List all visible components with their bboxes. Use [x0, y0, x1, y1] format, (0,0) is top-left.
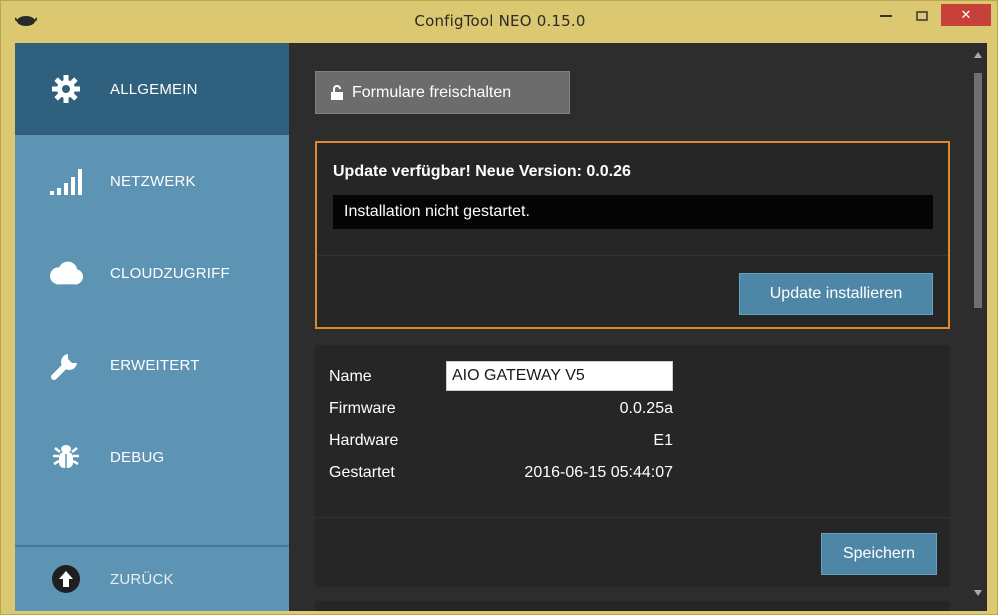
update-divider: [317, 255, 948, 256]
back-label: ZURÜCK: [110, 570, 174, 588]
install-update-button[interactable]: Update installieren: [739, 273, 933, 315]
update-panel: Update verfügbar! Neue Version: 0.0.26 I…: [315, 141, 950, 329]
cloud-icon: [49, 256, 83, 290]
started-label: Gestartet: [329, 464, 395, 481]
firmware-label: Firmware: [329, 400, 396, 417]
update-status: Installation nicht gestartet.: [333, 195, 933, 229]
window-title: ConfigTool NEO 0.15.0: [414, 12, 586, 30]
sidebar-item-label: DEBUG: [110, 448, 165, 466]
close-icon: ✕: [960, 7, 972, 23]
sidebar-item-label: ERWEITERT: [110, 356, 200, 374]
device-divider: [315, 517, 950, 518]
device-info-panel: Name Firmware 0.0.25a Hardware E1 Gestar…: [315, 345, 950, 587]
sidebar-item-label: NETZWERK: [110, 172, 196, 190]
sidebar-item-debug[interactable]: DEBUG: [15, 411, 289, 503]
sidebar-item-label: CLOUDZUGRIFF: [110, 264, 230, 282]
hardware-label: Hardware: [329, 432, 399, 449]
app-logo-icon: [15, 16, 37, 26]
firmware-value: 0.0.25a: [619, 400, 673, 417]
signal-bars-icon: [49, 164, 83, 198]
minimize-button[interactable]: [871, 1, 901, 31]
sidebar-item-label: ALLGEMEIN: [110, 80, 198, 98]
sidebar: ALLGEMEIN NETZWERK CLOUDZUGRIFF ERWEITER…: [15, 43, 289, 611]
hardware-value: E1: [653, 432, 673, 449]
bug-icon: [49, 440, 83, 474]
sidebar-item-netzwerk[interactable]: NETZWERK: [15, 135, 289, 227]
name-label: Name: [329, 368, 372, 385]
update-heading: Update verfügbar! Neue Version: 0.0.26: [333, 163, 631, 180]
device-name-input[interactable]: [446, 361, 673, 391]
close-button[interactable]: ✕: [941, 4, 991, 26]
save-button[interactable]: Speichern: [821, 533, 937, 575]
vertical-scrollbar[interactable]: [969, 43, 987, 611]
sidebar-item-erweitert[interactable]: ERWEITERT: [15, 319, 289, 411]
scroll-up-arrow-icon[interactable]: [973, 51, 983, 59]
unlock-icon: [331, 85, 343, 100]
main-content: Formulare freischalten Update verfügbar!…: [289, 43, 987, 611]
wrench-icon: [49, 348, 83, 382]
app-window: ConfigTool NEO 0.15.0 ✕ ALLGEMEIN NETZWE…: [0, 0, 998, 615]
minimize-icon: [880, 15, 892, 17]
unlock-forms-button[interactable]: Formulare freischalten: [315, 71, 570, 114]
back-button[interactable]: ZURÜCK: [15, 547, 289, 611]
maximize-icon: [916, 11, 928, 21]
sidebar-item-allgemein[interactable]: ALLGEMEIN: [15, 43, 289, 135]
client-area: ALLGEMEIN NETZWERK CLOUDZUGRIFF ERWEITER…: [15, 43, 987, 611]
sidebar-item-cloudzugriff[interactable]: CLOUDZUGRIFF: [15, 227, 289, 319]
gear-icon: [49, 72, 83, 106]
started-value: 2016-06-15 05:44:07: [524, 464, 673, 481]
scroll-down-arrow-icon[interactable]: [973, 589, 983, 597]
next-panel-partial: [315, 601, 950, 611]
unlock-forms-label: Formulare freischalten: [352, 83, 512, 101]
title-bar[interactable]: ConfigTool NEO 0.15.0 ✕: [1, 1, 998, 41]
arrow-up-circle-icon: [49, 562, 83, 596]
maximize-button[interactable]: [907, 1, 937, 31]
scrollbar-thumb[interactable]: [974, 73, 982, 308]
